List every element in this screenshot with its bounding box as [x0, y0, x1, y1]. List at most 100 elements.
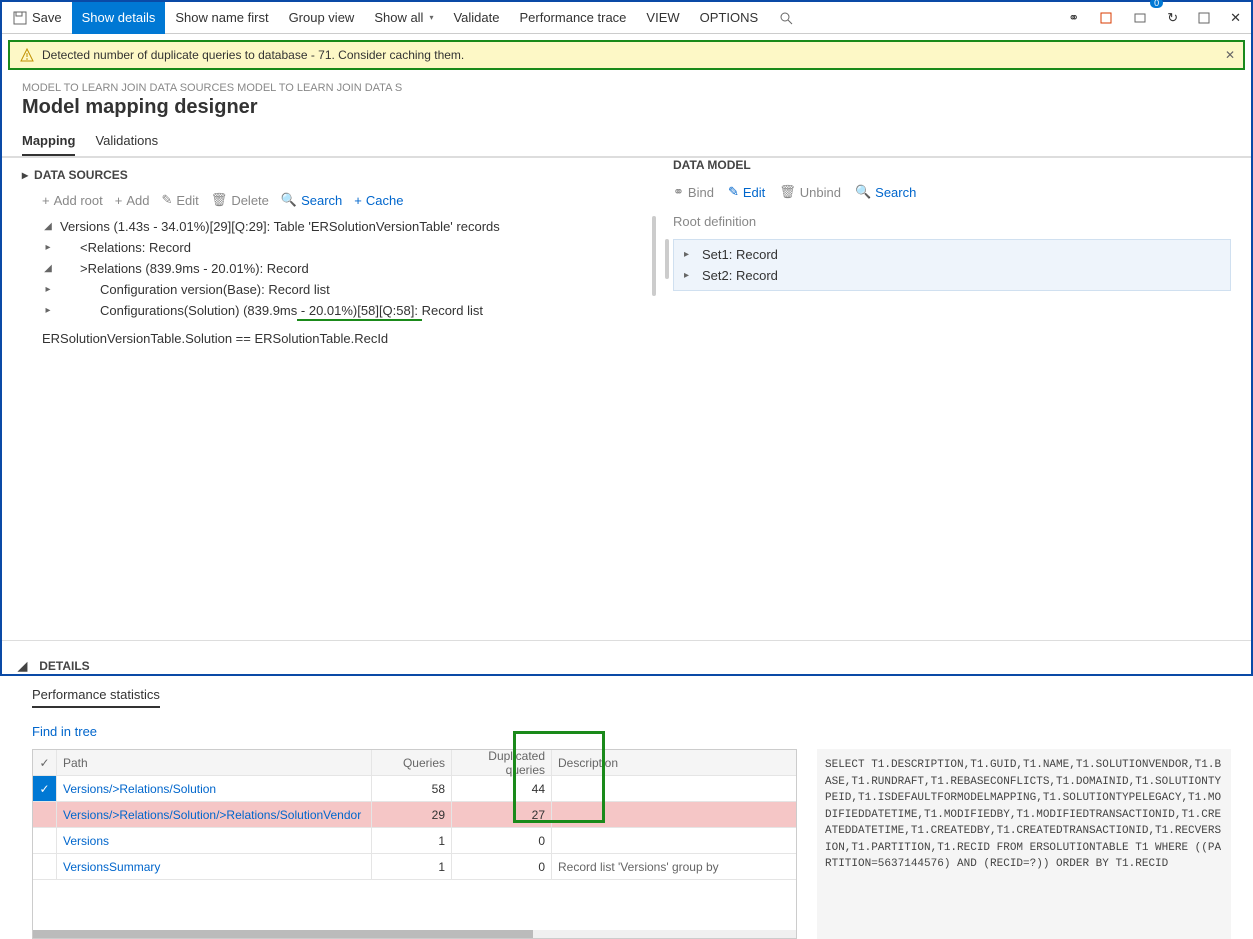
tab-mapping[interactable]: Mapping [22, 127, 75, 156]
fullscreen-button[interactable] [1188, 2, 1220, 34]
row-checkbox[interactable]: ✓ [33, 776, 57, 801]
search-icon [778, 10, 794, 26]
find-in-tree-link[interactable]: Find in tree [32, 724, 97, 739]
tree-node-set1[interactable]: ▸Set1: Record [674, 244, 1230, 265]
office-icon[interactable] [1089, 2, 1123, 34]
details-header[interactable]: ◢DETAILS [32, 649, 1231, 679]
col-dup-header[interactable]: Duplicated queries [452, 750, 552, 775]
notifications-button[interactable] [1123, 2, 1157, 34]
show-all-button[interactable]: Show all▾ [364, 2, 443, 34]
caret-icon[interactable]: ▸ [684, 270, 689, 281]
stats-grid: ✓ Path Queries Duplicated queries Descri… [32, 749, 797, 939]
caret-expanded-icon[interactable]: ◢ [42, 221, 54, 232]
scrollbar[interactable] [665, 239, 669, 279]
tree-node-set2[interactable]: ▸Set2: Record [674, 265, 1230, 286]
chevron-down-icon: ▾ [429, 13, 433, 22]
cell-queries: 1 [372, 854, 452, 879]
warning-icon [20, 48, 34, 62]
page-title: Model mapping designer [2, 94, 1251, 127]
cell-desc [552, 828, 796, 853]
cell-queries: 58 [372, 776, 452, 801]
cell-desc: Record list 'Versions' group by [552, 854, 796, 879]
data-model-header: DATA MODEL [673, 158, 1231, 180]
performance-statistics-tab[interactable]: Performance statistics [32, 683, 160, 708]
add-button[interactable]: + Add [115, 192, 150, 208]
caret-expanded-icon: ◢ [18, 659, 27, 673]
caret-icon[interactable]: ▸ [42, 242, 54, 253]
cell-dup: 0 [452, 828, 552, 853]
select-all-checkbox[interactable]: ✓ [33, 750, 57, 775]
table-row[interactable]: ✓ Versions/>Relations/Solution 58 44 [33, 776, 796, 802]
table-row[interactable]: Versions 1 0 [33, 828, 796, 854]
cell-desc [552, 776, 796, 801]
ds-commands: + Add root + Add ✎ Edit 🗑 Delete 🔍 Searc… [22, 188, 652, 216]
tabs: Mapping Validations [2, 127, 1251, 157]
cell-queries: 1 [372, 828, 452, 853]
warning-text: Detected number of duplicate queries to … [42, 48, 464, 62]
sql-description-panel: SELECT T1.DESCRIPTION,T1.GUID,T1.NAME,T1… [817, 749, 1231, 939]
cell-dup: 27 [452, 802, 552, 827]
col-path-header[interactable]: Path [57, 750, 372, 775]
tree-node-config-solution[interactable]: ▸Configurations(Solution) (839.9ms - 20.… [42, 300, 652, 321]
performance-trace-button[interactable]: Performance trace [509, 2, 636, 34]
row-checkbox[interactable] [33, 828, 57, 853]
save-button[interactable]: Save [2, 2, 72, 34]
view-button[interactable]: VIEW [636, 2, 689, 34]
bind-button[interactable]: ⚭ Bind [673, 184, 714, 200]
search-button[interactable]: 🔍 Search [281, 192, 342, 208]
refresh-button[interactable]: ↻ [1157, 2, 1188, 34]
search-button[interactable] [768, 2, 804, 34]
table-row[interactable]: VersionsSummary 1 0 Record list 'Version… [33, 854, 796, 880]
dm-tree: ▸Set1: Record ▸Set2: Record [673, 239, 1231, 291]
tab-validations[interactable]: Validations [95, 127, 158, 156]
tree-node-config-base[interactable]: ▸Configuration version(Base): Record lis… [42, 279, 652, 300]
caret-icon[interactable]: ▸ [42, 284, 54, 295]
data-sources-header[interactable]: ▸DATA SOURCES [22, 158, 652, 188]
edit-button[interactable]: ✎ Edit [161, 192, 198, 208]
row-checkbox[interactable] [33, 854, 57, 879]
tree-node-relations-out[interactable]: ◢>Relations (839.9ms - 20.01%): Record [42, 258, 652, 279]
link-icon[interactable]: ⚭ [1058, 2, 1089, 34]
toolbar: Save Show details Show name first Group … [2, 2, 1251, 34]
table-row[interactable]: Versions/>Relations/Solution/>Relations/… [33, 802, 796, 828]
expression: ERSolutionVersionTable.Solution == ERSol… [22, 321, 652, 346]
scrollbar[interactable] [652, 216, 656, 296]
cell-queries: 29 [372, 802, 452, 827]
group-view-button[interactable]: Group view [279, 2, 365, 34]
warning-close-icon[interactable]: ✕ [1225, 48, 1235, 62]
warning-bar: Detected number of duplicate queries to … [8, 40, 1245, 70]
grid-header: ✓ Path Queries Duplicated queries Descri… [33, 750, 796, 776]
show-details-button[interactable]: Show details [72, 2, 166, 34]
cell-dup: 0 [452, 854, 552, 879]
cell-path: Versions/>Relations/Solution [57, 776, 372, 801]
dm-commands: ⚭ Bind ✎ Edit 🗑 Unbind 🔍 Search [673, 180, 1231, 210]
caret-icon: ▸ [22, 168, 28, 182]
search-button[interactable]: 🔍 Search [855, 184, 916, 200]
root-definition: Root definition [673, 210, 1231, 239]
cell-desc [552, 802, 796, 827]
ds-tree: ◢Versions (1.43s - 34.01%)[29][Q:29]: Ta… [22, 216, 652, 321]
caret-icon[interactable]: ▸ [684, 249, 689, 260]
options-button[interactable]: OPTIONS [690, 2, 769, 34]
cell-dup: 44 [452, 776, 552, 801]
edit-button[interactable]: ✎ Edit [728, 184, 765, 200]
save-label: Save [32, 10, 62, 25]
cell-path: VersionsSummary [57, 854, 372, 879]
row-checkbox[interactable] [33, 802, 57, 827]
caret-expanded-icon[interactable]: ◢ [42, 263, 54, 274]
tree-node-versions[interactable]: ◢Versions (1.43s - 34.01%)[29][Q:29]: Ta… [42, 216, 652, 237]
caret-icon[interactable]: ▸ [42, 305, 54, 316]
delete-button[interactable]: 🗑 Delete [211, 192, 269, 208]
add-root-button[interactable]: + Add root [42, 192, 103, 208]
cache-button[interactable]: + Cache [354, 192, 403, 208]
unbind-button[interactable]: 🗑 Unbind [779, 184, 841, 200]
close-button[interactable]: ✕ [1220, 2, 1251, 34]
tree-node-relations-in[interactable]: ▸<Relations: Record [42, 237, 652, 258]
validate-button[interactable]: Validate [443, 2, 509, 34]
col-desc-header[interactable]: Description [552, 750, 796, 775]
col-queries-header[interactable]: Queries [372, 750, 452, 775]
breadcrumb: MODEL TO LEARN JOIN DATA SOURCES MODEL T… [2, 76, 1251, 94]
show-name-first-button[interactable]: Show name first [165, 2, 278, 34]
cell-path: Versions/>Relations/Solution/>Relations/… [57, 802, 372, 827]
horizontal-scrollbar[interactable] [33, 930, 796, 938]
